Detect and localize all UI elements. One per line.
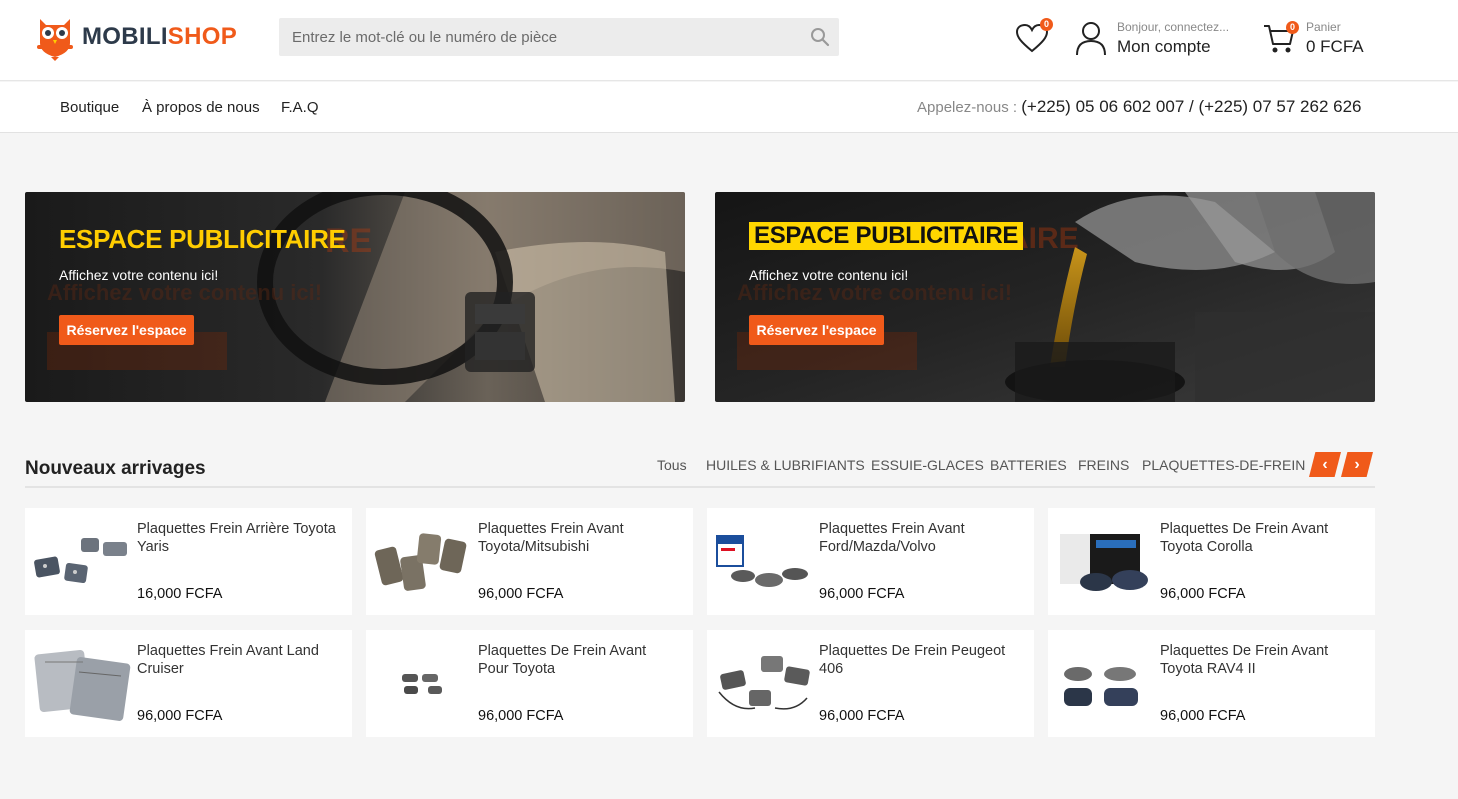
wishlist-count-badge: 0 <box>1040 18 1053 31</box>
product-card[interactable]: Plaquettes Frein Avant Toyota/Mitsubishi… <box>366 508 693 615</box>
product-card[interactable]: Plaquettes De Frein Avant Toyota Corolla… <box>1048 508 1375 615</box>
nav-item-about[interactable]: À propos de nous <box>142 99 260 116</box>
banner-title: ESPACE PUBLICITAIRE <box>749 222 1024 250</box>
brake-pads-image <box>718 656 810 710</box>
product-card[interactable]: Plaquettes De Frein Avant Pour Toyota 96… <box>366 630 693 737</box>
tab-brakes[interactable]: FREINS <box>1078 457 1129 473</box>
brake-pads-box-image <box>1060 534 1148 591</box>
tab-oils[interactable]: HUILES & LUBRIFIANTS <box>706 457 865 473</box>
product-price: 16,000 FCFA <box>137 586 223 602</box>
cart-count-badge: 0 <box>1286 21 1299 34</box>
search-input[interactable] <box>279 18 789 56</box>
nav-item-boutique[interactable]: Boutique <box>60 99 119 116</box>
site-header: MOBILISHOP 0 Bonjour, connectez... Mon c… <box>0 0 1458 81</box>
reserve-space-button[interactable]: Réservez l'espace <box>749 315 884 345</box>
product-price: 96,000 FCFA <box>1160 586 1246 602</box>
next-arrow-icon[interactable]: › <box>1341 452 1373 477</box>
phone-label: Appelez-nous : <box>917 99 1022 116</box>
product-card[interactable]: Plaquettes Frein Avant Land Cruiser 96,0… <box>25 630 352 737</box>
product-name[interactable]: Plaquettes Frein Avant Land Cruiser <box>137 642 337 678</box>
banner-ghost-subtitle: Affichez votre contenu ici! <box>47 280 323 305</box>
prev-arrow-icon[interactable]: ‹ <box>1309 452 1341 477</box>
product-price: 96,000 FCFA <box>478 586 564 602</box>
brake-pads-image <box>34 649 131 721</box>
ad-banner-1[interactable]: RE Affichez votre contenu ici! ESPACE PU… <box>25 192 685 402</box>
product-price: 96,000 FCFA <box>819 708 905 724</box>
banner-title: ESPACE PUBLICITAIRE <box>59 224 346 254</box>
brake-pads-image <box>374 533 467 591</box>
brake-pads-image <box>1064 667 1138 706</box>
wishlist-button[interactable]: 0 <box>1015 18 1053 54</box>
section-divider <box>25 486 1375 488</box>
logo-text: MOBILISHOP <box>82 23 238 50</box>
search-icon[interactable] <box>810 27 830 47</box>
logo[interactable]: MOBILISHOP <box>34 12 237 62</box>
carousel-controls: ‹ › <box>1309 452 1373 477</box>
cart-label: Panier <box>1306 20 1341 34</box>
contact-phone: Appelez-nous : (+225) 05 06 602 007 / (+… <box>917 97 1362 117</box>
cart-link[interactable]: 0 Panier 0 FCFA <box>1262 16 1364 60</box>
account-link[interactable]: Bonjour, connectez... Mon compte <box>1075 16 1229 60</box>
brake-pads-box-image <box>716 535 808 587</box>
account-label: Mon compte <box>1117 37 1211 56</box>
product-name[interactable]: Plaquettes Frein Avant Ford/Mazda/Volvo <box>819 520 1019 556</box>
owl-logo-icon <box>37 19 73 61</box>
reserve-space-button[interactable]: Réservez l'espace <box>59 315 194 345</box>
main-nav: Boutique À propos de nous F.A.Q Appelez-… <box>0 82 1458 133</box>
product-name[interactable]: Plaquettes De Frein Avant Toyota Corolla <box>1160 520 1360 556</box>
product-name[interactable]: Plaquettes De Frein Peugeot 406 <box>819 642 1019 678</box>
product-card[interactable]: Plaquettes De Frein Avant Toyota RAV4 II… <box>1048 630 1375 737</box>
banner-subtitle: Affichez votre contenu ici! <box>59 267 219 283</box>
product-price: 96,000 FCFA <box>478 708 564 724</box>
cart-total: 0 FCFA <box>1306 37 1364 56</box>
search-bar <box>279 18 839 56</box>
product-card[interactable]: Plaquettes Frein Avant Ford/Mazda/Volvo … <box>707 508 1034 615</box>
product-name[interactable]: Plaquettes Frein Arrière Toyota Yaris <box>137 520 337 556</box>
phone-numbers[interactable]: (+225) 05 06 602 007 / (+225) 07 57 262 … <box>1021 97 1361 116</box>
ad-banner-2[interactable]: AIRE Affichez votre contenu ici! ESPACE … <box>715 192 1375 402</box>
product-price: 96,000 FCFA <box>137 708 223 724</box>
nav-item-faq[interactable]: F.A.Q <box>281 99 319 116</box>
product-price: 96,000 FCFA <box>1160 708 1246 724</box>
banner-subtitle: Affichez votre contenu ici! <box>749 267 909 283</box>
tab-batteries[interactable]: BATTERIES <box>990 457 1067 473</box>
product-card[interactable]: Plaquettes De Frein Peugeot 406 96,000 F… <box>707 630 1034 737</box>
product-card[interactable]: Plaquettes Frein Arrière Toyota Yaris 16… <box>25 508 352 615</box>
tab-brake-pads[interactable]: PLAQUETTES-DE-FREIN <box>1142 457 1305 473</box>
section-title: Nouveaux arrivages <box>25 458 206 479</box>
product-name[interactable]: Plaquettes De Frein Avant Pour Toyota <box>478 642 678 678</box>
product-price: 96,000 FCFA <box>819 586 905 602</box>
tab-all[interactable]: Tous <box>657 457 687 473</box>
brake-pads-image <box>402 674 442 694</box>
product-name[interactable]: Plaquettes Frein Avant Toyota/Mitsubishi <box>478 520 678 556</box>
user-icon <box>1076 22 1106 56</box>
brake-pads-image <box>34 538 127 584</box>
banner-ghost-subtitle: Affichez votre contenu ici! <box>737 280 1013 305</box>
tab-wipers[interactable]: ESSUIE-GLACES <box>871 457 984 473</box>
account-greeting: Bonjour, connectez... <box>1117 20 1230 34</box>
product-name[interactable]: Plaquettes De Frein Avant Toyota RAV4 II <box>1160 642 1360 678</box>
